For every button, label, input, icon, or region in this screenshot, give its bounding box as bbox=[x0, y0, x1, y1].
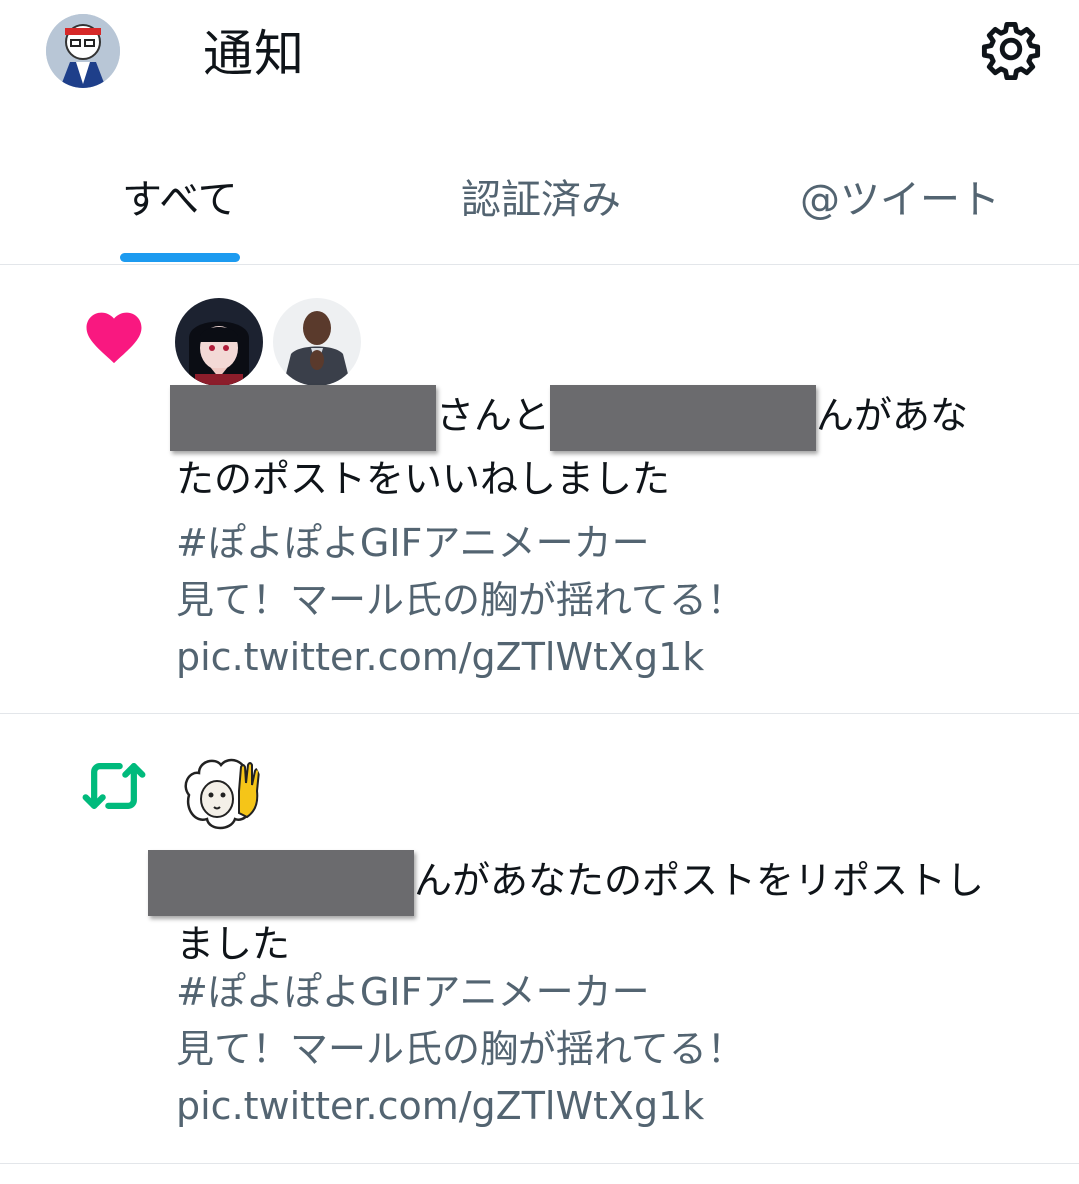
preview-line: #ぽよぽよGIFアニメーカー bbox=[176, 970, 650, 1014]
preview-line: 見て！マール氏の胸が揺れてる！ bbox=[176, 1027, 745, 1071]
reposter-avatar[interactable] bbox=[175, 747, 263, 835]
tab-all[interactable]: すべて bbox=[122, 174, 238, 226]
avatar-image bbox=[175, 298, 263, 386]
notification-tabs: すべて 認証済み @ツイート bbox=[0, 160, 1079, 265]
message-text-part1: さんと bbox=[436, 393, 551, 438]
post-preview[interactable]: #ぽよぽよGIFアニメーカー 見て！マール氏の胸が揺れてる！ pic.twitt… bbox=[176, 964, 745, 1135]
message-text-line2: たのポストをいいねしました bbox=[176, 457, 671, 501]
tab-mentions[interactable]: @ツイート bbox=[800, 174, 1000, 226]
message-text-part2: んがあな bbox=[816, 393, 969, 438]
liker-avatar-1[interactable] bbox=[175, 298, 263, 386]
liker-avatar-2[interactable] bbox=[273, 298, 361, 386]
repost-icon bbox=[80, 752, 148, 820]
preview-line: #ぽよぽよGIFアニメーカー bbox=[176, 521, 650, 565]
my-avatar[interactable] bbox=[46, 14, 120, 88]
avatar-image bbox=[273, 298, 361, 386]
avatar-image bbox=[46, 14, 120, 88]
redacted-username bbox=[170, 385, 436, 451]
top-bar: 通知 bbox=[0, 0, 1079, 110]
heart-icon bbox=[80, 303, 148, 371]
notification-like[interactable]: さんと んがあな たのポストをいいねしました #ぽよぽよGIFアニメーカー 見て！… bbox=[0, 265, 1079, 714]
sheep-avatar-image bbox=[175, 747, 263, 835]
redacted-username bbox=[148, 850, 414, 916]
settings-button[interactable] bbox=[980, 18, 1042, 81]
preview-line: 見て！マール氏の胸が揺れてる！ bbox=[176, 578, 745, 622]
gear-icon bbox=[981, 22, 1041, 81]
active-tab-indicator bbox=[120, 253, 240, 262]
page-title: 通知 bbox=[203, 25, 305, 83]
preview-line: pic.twitter.com/gZTlWtXg1k bbox=[176, 635, 705, 679]
message-text-part1: んがあなたのポストをリポストし bbox=[414, 858, 985, 903]
notification-message: んがあなたのポストをリポストし ました bbox=[148, 850, 1036, 972]
notification-repost[interactable]: んがあなたのポストをリポストし ました #ぽよぽよGIFアニメーカー 見て！マー… bbox=[0, 714, 1079, 1164]
post-preview[interactable]: #ぽよぽよGIFアニメーカー 見て！マール氏の胸が揺れてる！ pic.twitt… bbox=[176, 515, 745, 686]
tab-verified[interactable]: 認証済み bbox=[461, 174, 621, 226]
redacted-username bbox=[550, 385, 817, 451]
notification-message: さんと んがあな たのポストをいいねしました bbox=[170, 385, 1036, 507]
preview-line: pic.twitter.com/gZTlWtXg1k bbox=[176, 1084, 705, 1128]
